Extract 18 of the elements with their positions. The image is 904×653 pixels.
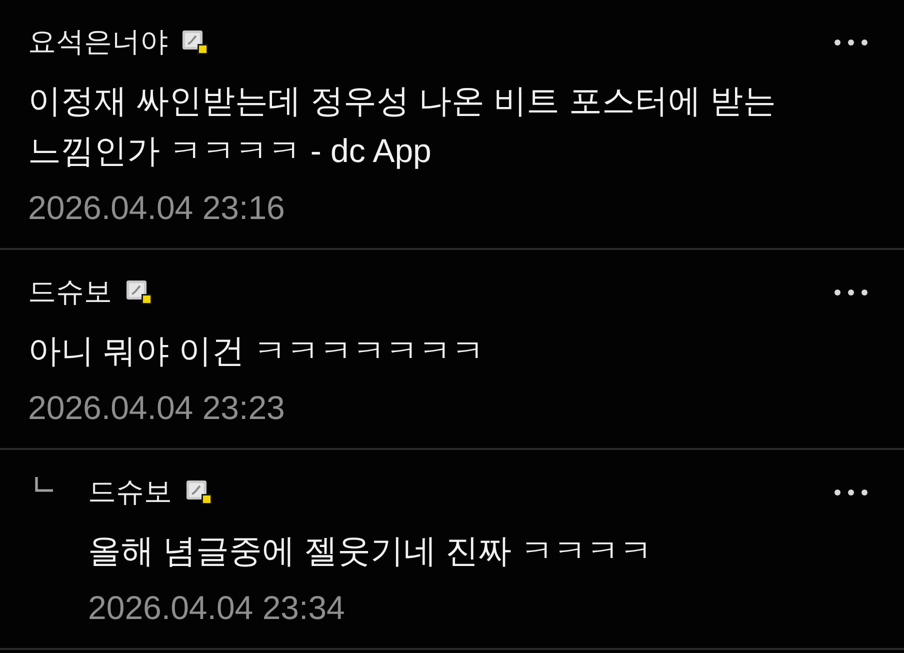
more-icon	[834, 488, 868, 496]
member-badge-icon	[186, 480, 212, 504]
comment-timestamp: 2026.04.04 23:16	[28, 188, 286, 228]
more-options-button[interactable]	[834, 488, 868, 496]
author-name: 요석은너야	[28, 25, 168, 59]
comment-timestamp: 2026.04.04 23:23	[28, 388, 286, 428]
comment-text: 아니 뭐야 이건 ㅋㅋㅋㅋㅋㅋㅋ	[28, 331, 486, 371]
comment-text: 이정재 싸인받는데 정우성 나온 비트 포스터에 받는 느낌인가 ㅋㅋㅋㅋ - dc App	[28, 81, 778, 171]
comment-text: 올해 념글중에 젤웃기네 진짜 ㅋㅋㅋㅋ	[88, 531, 654, 571]
more-icon	[834, 38, 868, 46]
comment-timestamp: 2026.04.04 23:34	[88, 588, 346, 628]
member-badge-icon	[182, 30, 208, 54]
member-badge-icon	[126, 280, 152, 304]
more-options-button[interactable]	[834, 38, 868, 46]
author-name: 드슈보	[88, 475, 172, 509]
author-name: 드슈보	[28, 275, 112, 309]
more-icon	[834, 288, 868, 296]
more-options-button[interactable]	[834, 288, 868, 296]
